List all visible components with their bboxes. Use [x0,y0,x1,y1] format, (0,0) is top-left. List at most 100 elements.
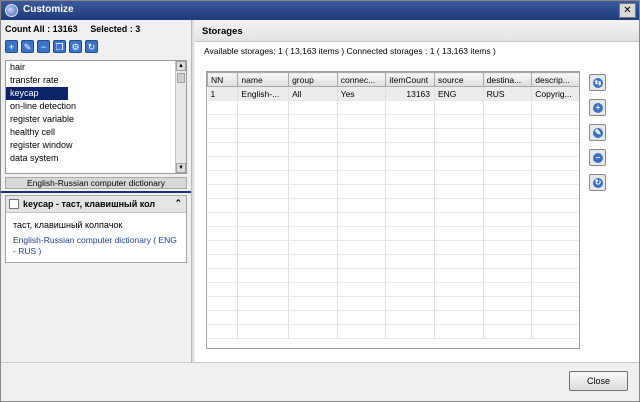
empty-table-cell [288,114,338,129]
empty-table-cell [207,240,239,255]
empty-table-cell [288,268,338,283]
table-cell: ENG [434,86,484,101]
column-header[interactable]: itemCount [385,72,435,87]
empty-table-row [207,100,579,115]
word-list-item[interactable]: register window [6,139,186,152]
empty-table-cell [531,226,579,241]
add-icon: + [593,103,603,113]
empty-table-cell [288,254,338,269]
empty-table-cell [531,268,579,283]
add-storage-button[interactable]: + [589,99,606,116]
empty-table-cell [237,184,290,199]
empty-table-cell [337,268,387,283]
collapse-icon[interactable]: ⌃ [174,198,182,209]
empty-table-cell [237,282,290,297]
window-close-button[interactable]: ✕ [619,3,636,18]
empty-table-cell [288,324,338,339]
empty-table-cell [385,114,435,129]
empty-table-cell [483,170,533,185]
empty-table-cell [385,156,435,171]
table-header-row: NN name group connec... itemCount source… [207,72,579,87]
empty-table-cell [207,142,239,157]
empty-table-cell [434,198,484,213]
empty-table-cell [288,128,338,143]
word-list-item[interactable]: register variable [6,113,186,126]
word-list-item[interactable]: healthy cell [6,126,186,139]
word-list-item[interactable]: hair [6,61,186,74]
copy-word-button[interactable]: ❐ [53,40,66,53]
dialog-footer: Close [1,362,639,401]
empty-table-row [207,310,579,325]
word-list-item[interactable]: transfer rate [6,74,186,87]
table-cell: Copyrig... [531,86,579,101]
add-word-button[interactable]: + [5,40,18,53]
empty-table-cell [207,114,239,129]
edit-word-button[interactable]: ✎ [21,40,34,53]
scroll-up-icon[interactable]: ▲ [176,61,186,71]
empty-table-cell [483,142,533,157]
counts-summary: Count All : 13163 Selected : 3 [5,24,150,34]
word-list-scrollbar[interactable]: ▲ ▼ [175,61,186,173]
empty-table-cell [385,142,435,157]
count-all: Count All : 13163 [5,24,78,34]
column-header[interactable]: descrip... [531,72,579,87]
empty-table-cell [434,212,484,227]
connect-storage-button[interactable]: ⇆ [589,74,606,91]
empty-table-cell [337,100,387,115]
empty-table-cell [531,184,579,199]
edit-storage-button[interactable]: ✎ [589,124,606,141]
empty-table-cell [288,142,338,157]
empty-table-cell [337,128,387,143]
column-header[interactable]: name [237,72,290,87]
empty-table-cell [237,324,290,339]
scroll-down-icon[interactable]: ▼ [176,163,186,173]
scroll-thumb[interactable] [177,73,185,83]
column-header[interactable]: destina... [482,72,533,87]
panel-divider [1,191,191,193]
remove-storage-button[interactable]: − [589,149,606,166]
dictionary-selector[interactable]: English-Russian computer dictionary [5,177,187,189]
word-list-item[interactable]: data system [6,152,186,165]
empty-table-cell [207,296,239,311]
word-list-item[interactable]: on-line detection [6,100,186,113]
empty-table-cell [434,100,484,115]
storages-table: NN name group connec... itemCount source… [206,71,580,349]
empty-table-cell [207,170,239,185]
empty-table-cell [434,268,484,283]
splitter[interactable] [191,20,194,362]
refresh-button[interactable]: ↻ [85,40,98,53]
close-button[interactable]: Close [569,371,628,391]
empty-table-cell [385,198,435,213]
empty-table-cell [483,212,533,227]
empty-table-cell [337,142,387,157]
empty-table-cell [288,156,338,171]
empty-table-row [207,184,579,199]
column-header[interactable]: source [434,72,484,87]
empty-table-cell [337,184,387,199]
empty-table-cell [531,198,579,213]
word-list[interactable]: hair transfer rate keycap on-line detect… [5,60,187,174]
empty-table-cell [385,240,435,255]
column-header[interactable]: NN [207,72,239,87]
empty-table-cell [337,156,387,171]
empty-table-cell [385,100,435,115]
edit-icon: ✎ [593,128,603,138]
empty-table-cell [434,296,484,311]
empty-table-cell [288,226,338,241]
settings-button[interactable]: ⚙ [69,40,82,53]
empty-table-cell [237,170,290,185]
left-panel: Count All : 13163 Selected : 3 + ✎ − ❐ ⚙… [1,20,191,360]
column-header[interactable]: connec... [336,72,387,87]
refresh-storage-button[interactable]: ↻ [589,174,606,191]
empty-table-cell [434,156,484,171]
empty-table-row [207,198,579,213]
empty-table-row [207,324,579,339]
empty-table-cell [531,296,579,311]
column-header[interactable]: group [288,72,338,87]
table-row[interactable]: 1 English-... All Yes 13163 ENG RUS Copy… [207,86,579,101]
empty-table-cell [483,296,533,311]
remove-word-button[interactable]: − [37,40,50,53]
word-list-item-selected[interactable]: keycap [6,87,68,100]
empty-table-cell [337,240,387,255]
empty-table-cell [385,212,435,227]
